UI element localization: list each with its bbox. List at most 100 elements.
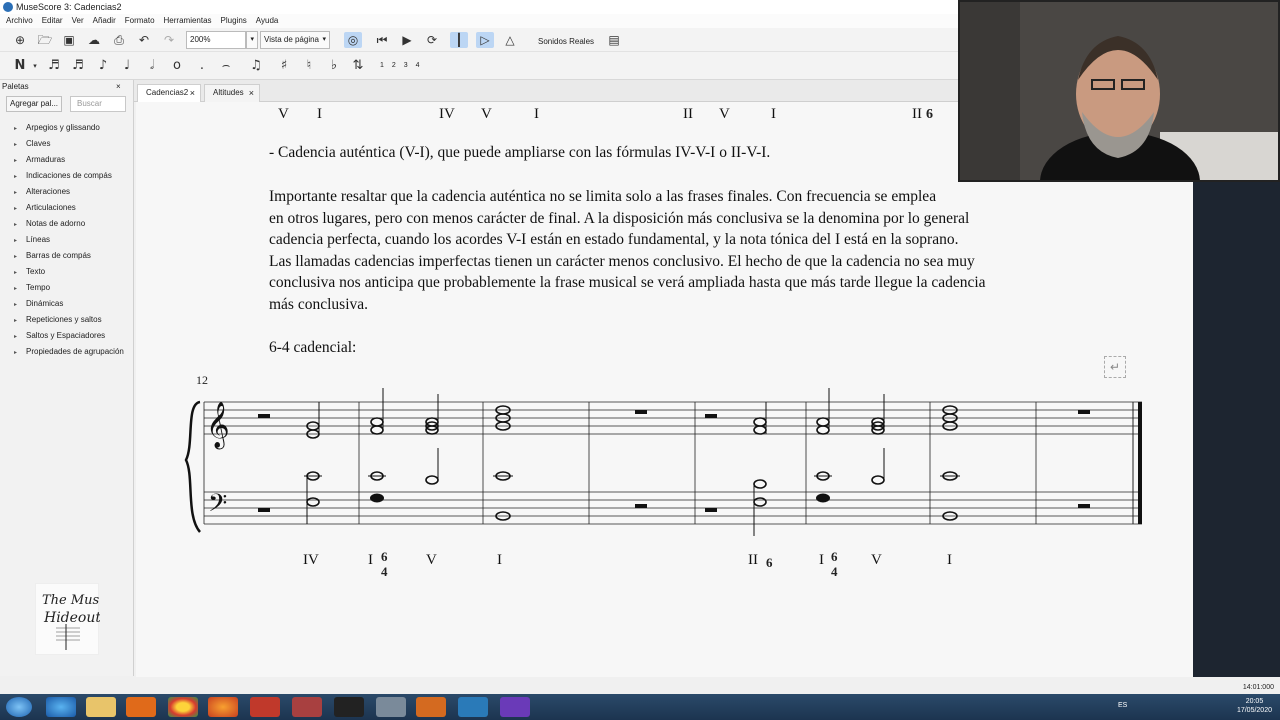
figure-upper-6-second: 6 xyxy=(831,549,838,564)
palette-item[interactable]: ▸ Saltos y Espaciadores xyxy=(14,330,105,342)
add-palette-button[interactable]: Agregar pal... xyxy=(6,96,62,112)
paragraph-line: más conclusiva. xyxy=(269,295,369,313)
file-explorer-icon[interactable] xyxy=(86,697,116,717)
image-capture-icon[interactable]: ▤ xyxy=(605,32,623,48)
sixtyfourth-note-icon[interactable]: ♬ xyxy=(46,58,62,74)
palette-item[interactable]: ▸ Articulaciones xyxy=(14,202,76,214)
menu-formato[interactable]: Formato xyxy=(119,14,158,28)
treble-clef-icon: 𝄞 xyxy=(206,402,230,450)
thirtysecond-note-icon[interactable]: ♬ xyxy=(70,58,86,74)
palette-item[interactable]: ▸ Texto xyxy=(14,266,45,278)
tab-altitudes[interactable]: Altitudes × xyxy=(204,84,260,102)
audio-app-icon[interactable] xyxy=(416,697,446,717)
roman-numeral-bottom: IV xyxy=(303,552,319,568)
paragraph-line: Las llamadas cadencias imperfectas tiene… xyxy=(269,252,975,270)
flip-direction-icon[interactable]: ⇅ xyxy=(350,58,366,74)
roman-numeral-top: II xyxy=(683,106,693,122)
view-mode-select[interactable]: Vista de página ▾ xyxy=(260,31,330,49)
tie-icon[interactable]: ⌢ xyxy=(218,58,234,74)
loop-in-icon[interactable]: ┃ xyxy=(450,32,468,48)
sharp-icon[interactable]: ♯ xyxy=(276,58,292,74)
tab-cadencias2[interactable]: Cadencias2 × xyxy=(137,84,201,102)
obs-icon[interactable] xyxy=(500,697,530,717)
undo-icon[interactable]: ↶ xyxy=(135,32,153,48)
palette-item[interactable]: ▸ Dinámicas xyxy=(14,298,63,310)
app-icon-pin[interactable] xyxy=(292,697,322,717)
loop-out-icon[interactable]: ▷ xyxy=(476,32,494,48)
palette-item[interactable]: ▸ Repeticiones y saltos xyxy=(14,314,102,326)
rewind-icon[interactable]: ⏮ xyxy=(373,32,391,48)
app-icon-red[interactable] xyxy=(250,697,280,717)
figure-six-ii: 6 xyxy=(766,555,773,570)
cadence-line: - Cadencia auténtica (V-I), que puede am… xyxy=(269,144,771,161)
redo-icon[interactable]: ↷ xyxy=(160,32,178,48)
open-folder-icon[interactable]: 🗁 xyxy=(36,32,54,48)
eighth-note-icon[interactable]: ♪ xyxy=(95,58,111,74)
roman-numeral-top: I xyxy=(317,106,322,122)
cloud-upload-icon[interactable]: ☁ xyxy=(85,32,103,48)
menu-ver[interactable]: Ver xyxy=(66,14,87,28)
palette-item[interactable]: ▸ Armaduras xyxy=(14,154,65,166)
tuplet-icon[interactable]: ♫ xyxy=(248,58,264,74)
internet-explorer-icon[interactable] xyxy=(46,697,76,717)
play-icon[interactable]: ▶ xyxy=(398,32,416,48)
menu-herramientas[interactable]: Herramientas xyxy=(158,14,215,28)
top-figure-six: 6 xyxy=(926,107,933,122)
natural-icon[interactable]: ♮ xyxy=(301,58,317,74)
system-clock[interactable]: 20:05 17/05/2020 xyxy=(1237,697,1272,715)
sounds-toggle[interactable]: Sonidos Reales xyxy=(538,37,594,46)
note-input-mode-icon[interactable]: ◎ xyxy=(344,32,362,48)
voice-buttons[interactable]: 1 2 3 4 xyxy=(380,62,419,69)
panel-close-icon[interactable]: × xyxy=(116,82,121,91)
expand-arrow-icon: ▸ xyxy=(14,158,18,164)
new-score-icon[interactable]: ⊕ xyxy=(11,32,29,48)
menu-anadir[interactable]: Añadir xyxy=(87,14,119,28)
app-icon-paint[interactable] xyxy=(376,697,406,717)
palette-item[interactable]: ▸ Tempo xyxy=(14,282,50,294)
loop-icon[interactable]: ⟳ xyxy=(423,32,441,48)
palette-item[interactable]: ▸ Indicaciones de compás xyxy=(14,170,112,182)
metronome-icon[interactable]: △ xyxy=(501,32,519,48)
firefox-icon[interactable] xyxy=(208,697,238,717)
note-input-n-icon[interactable]: N xyxy=(12,58,28,74)
chrome-icon[interactable] xyxy=(168,697,198,717)
palette-item[interactable]: ▸ Barras de compás xyxy=(14,250,91,262)
close-tab-icon[interactable]: × xyxy=(249,85,254,101)
palette-item[interactable]: ▸ Líneas xyxy=(14,234,50,246)
menu-plugins[interactable]: Plugins xyxy=(215,14,250,28)
app-icon-star[interactable] xyxy=(334,697,364,717)
music-staff-system[interactable]: 12 𝄞 𝄢 xyxy=(136,364,1193,544)
quarter-note-icon[interactable]: ♩ xyxy=(119,58,135,74)
roman-numeral-bottom: I xyxy=(368,552,373,568)
bass-clef-icon: 𝄢 xyxy=(208,489,227,524)
palette-item[interactable]: ▸ Alteraciones xyxy=(14,186,70,198)
roman-numeral-bottom: I xyxy=(947,552,952,568)
palette-item[interactable]: ▸ Propiedades de agrupación xyxy=(14,346,124,358)
palette-search-input[interactable]: Buscar xyxy=(70,96,126,112)
palette-item[interactable]: ▸ Notas de adorno xyxy=(14,218,85,230)
print-icon[interactable]: ⎙ xyxy=(110,32,128,48)
expand-arrow-icon: ▸ xyxy=(14,286,18,292)
palette-item[interactable]: ▸ Arpegios y glissando xyxy=(14,122,100,134)
palette-item[interactable]: ▸ Claves xyxy=(14,138,50,150)
start-button[interactable] xyxy=(6,697,32,717)
media-player-icon[interactable] xyxy=(126,697,156,717)
input-mode-dropdown-icon[interactable]: ▾ xyxy=(27,58,43,74)
flat-icon[interactable]: ♭ xyxy=(326,58,342,74)
menu-editar[interactable]: Editar xyxy=(36,14,66,28)
expand-arrow-icon: ▸ xyxy=(14,142,18,148)
save-icon[interactable]: ▣ xyxy=(60,32,78,48)
zoom-dropdown[interactable]: ▾ xyxy=(246,31,258,49)
language-indicator[interactable]: ES xyxy=(1118,702,1127,709)
close-tab-icon[interactable]: × xyxy=(190,85,195,101)
menu-ayuda[interactable]: Ayuda xyxy=(250,14,282,28)
figure-upper-6: 6 xyxy=(381,549,388,564)
roman-numeral-top: IV xyxy=(439,106,455,122)
score-canvas[interactable]: V I IV V I II V I II 6 - Cadencia auténtica (V-I… xyxy=(136,102,1193,677)
zoom-input[interactable]: 200% xyxy=(186,31,246,49)
whole-note-icon[interactable]: o xyxy=(169,58,185,74)
musescore-taskbar-icon[interactable] xyxy=(458,697,488,717)
augmentation-dot-icon[interactable]: . xyxy=(194,58,210,74)
menu-archivo[interactable]: Archivo xyxy=(0,14,36,28)
half-note-icon[interactable]: 𝅗𝅥 xyxy=(144,58,160,74)
